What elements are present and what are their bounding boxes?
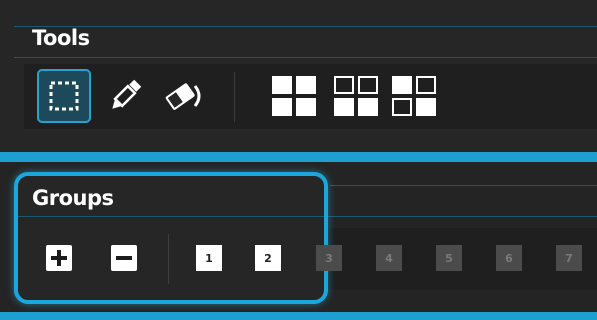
tools-title-rule: [14, 57, 597, 58]
groups-separator: [168, 234, 169, 284]
group-6-button[interactable]: 6: [496, 245, 522, 271]
panel-divider-bottom: [0, 312, 597, 320]
panel-divider: [0, 152, 597, 162]
grid-mixed-button[interactable]: [392, 76, 436, 120]
select-tool-button[interactable]: [37, 69, 91, 123]
group-7-button[interactable]: 7: [556, 245, 582, 271]
group-1-button[interactable]: 1: [196, 245, 222, 271]
eraser-tool-button[interactable]: [156, 69, 210, 123]
groups-inner-rule: [18, 216, 324, 217]
remove-group-button[interactable]: [111, 245, 137, 271]
grid-all-filled-button[interactable]: [272, 76, 316, 120]
eraser-icon: [165, 83, 201, 110]
groups-title-rule-top: [330, 185, 597, 186]
group-3-button[interactable]: 3: [316, 245, 342, 271]
add-group-button[interactable]: [46, 245, 72, 271]
tools-panel-title: Tools: [32, 26, 90, 50]
group-4-button[interactable]: 4: [376, 245, 402, 271]
grid-top-outline-button[interactable]: [334, 76, 378, 120]
tools-title-rule-top: [14, 26, 597, 27]
pencil-tool-button[interactable]: [98, 69, 152, 123]
group-5-button[interactable]: 5: [436, 245, 462, 271]
dashed-square-icon: [49, 81, 79, 111]
groups-panel-title: Groups: [32, 186, 114, 210]
group-2-button[interactable]: 2: [255, 245, 281, 271]
tools-separator: [234, 72, 235, 122]
pencil-icon: [112, 79, 142, 109]
